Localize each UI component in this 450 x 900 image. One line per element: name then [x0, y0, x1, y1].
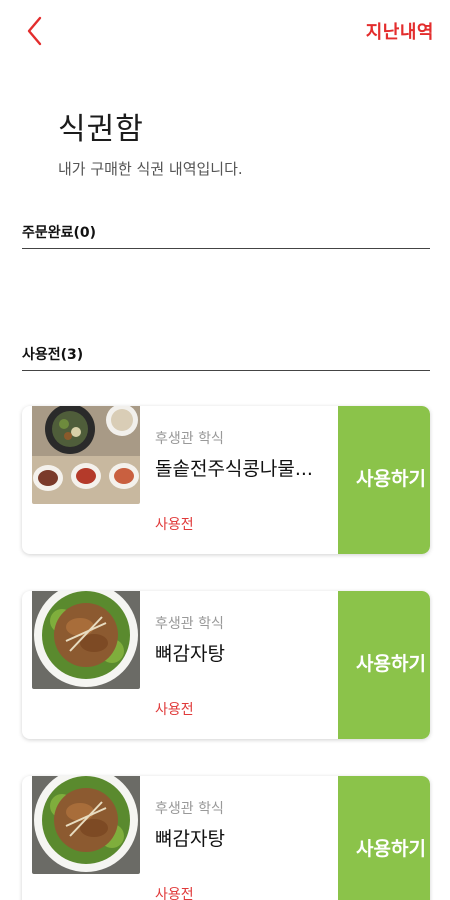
page-title: 식권함 [58, 112, 144, 147]
use-ticket-button[interactable]: 사용하기 [338, 776, 430, 900]
cafeteria-name: 후생관 학식 [155, 801, 224, 817]
chevron-left-icon [27, 16, 42, 46]
ticket-status: 사용전 [155, 517, 194, 533]
menu-name: 돌솥전주식콩나물... [155, 458, 313, 480]
food-photo [32, 591, 140, 689]
menu-name: 뼈감자탕 [155, 643, 225, 665]
ticket-status: 사용전 [155, 887, 194, 900]
ticket-card: 후생관 학식 뼈감자탕 사용전 사용하기 [22, 591, 430, 739]
use-ticket-label: 사용하기 [356, 653, 426, 676]
history-link[interactable]: 지난내역 [366, 18, 434, 44]
section-completed-header: 주문완료(0) [22, 222, 430, 249]
ticket-card: 후생관 학식 돌솥전주식콩나물... 사용전 사용하기 [22, 406, 430, 554]
use-ticket-button[interactable]: 사용하기 [338, 591, 430, 739]
food-photo [32, 406, 140, 504]
use-ticket-button[interactable]: 사용하기 [338, 406, 430, 554]
cafeteria-name: 후생관 학식 [155, 616, 224, 632]
ticket-card: 후생관 학식 뼈감자탕 사용전 사용하기 [22, 776, 430, 900]
menu-name: 뼈감자탕 [155, 828, 225, 850]
use-ticket-label: 사용하기 [356, 468, 426, 491]
cafeteria-name: 후생관 학식 [155, 431, 224, 447]
top-bar: 지난내역 [0, 0, 450, 60]
food-photo [32, 776, 140, 874]
ticket-status: 사용전 [155, 702, 194, 718]
section-unused-header: 사용전(3) [22, 344, 430, 371]
use-ticket-label: 사용하기 [356, 838, 426, 861]
page-subtitle: 내가 구매한 식권 내역입니다. [58, 160, 243, 178]
back-button[interactable] [22, 14, 50, 48]
